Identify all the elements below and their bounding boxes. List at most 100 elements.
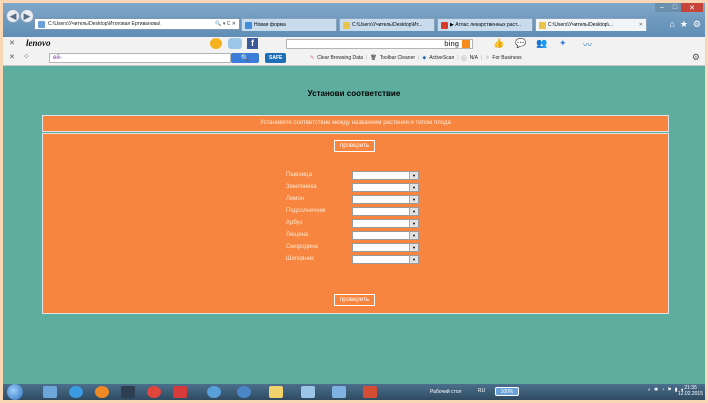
like-icon[interactable]: 👍: [493, 38, 504, 49]
bing-search-icon[interactable]: [462, 40, 470, 48]
chevron-down-icon[interactable]: ▼: [409, 184, 418, 191]
back-icon[interactable]: ◀: [6, 9, 20, 23]
match-row: Лещина ▼: [286, 231, 426, 241]
zoom-badge[interactable]: 100%: [495, 387, 519, 396]
tab-label: Новая форма: [254, 22, 286, 28]
bing-search-input[interactable]: bing: [286, 39, 473, 49]
safe-badge[interactable]: SAFE: [265, 53, 287, 63]
player-app-icon[interactable]: [237, 386, 251, 398]
arrow-app-icon[interactable]: [121, 386, 135, 398]
media-app-icon[interactable]: [95, 386, 109, 398]
search-toolbar: ✕ ⁘ ей- 🔍 SAFE ✎ Clear Browsing Data | 🗑…: [3, 51, 705, 66]
fruit-type-select[interactable]: ▼: [352, 171, 419, 180]
match-row: Шиповник ▼: [286, 255, 426, 265]
brush-icon: ✎: [310, 55, 315, 61]
chevron-down-icon[interactable]: ▼: [409, 220, 418, 227]
link-toolbar-cleaner[interactable]: Toolbar Cleaner: [380, 55, 415, 61]
toolbar-search-button[interactable]: 🔍: [231, 53, 259, 63]
tray-icon[interactable]: ◐: [648, 387, 651, 393]
tab-close-icon[interactable]: ✕: [639, 22, 643, 28]
match-row: Пшеница ▼: [286, 171, 426, 181]
fruit-type-select[interactable]: ▼: [352, 195, 419, 204]
doc-app-icon[interactable]: [332, 386, 346, 398]
ie-app-icon[interactable]: [69, 386, 83, 398]
browser-tab-bar: ◀ ▶ C:\Users\Учитель\Desktop\Итоговая Ер…: [3, 3, 705, 37]
desktop-toolbar-label[interactable]: Рабочий стол: [430, 389, 461, 395]
page-icon: [38, 20, 45, 28]
mail-icon[interactable]: [228, 38, 242, 49]
check-button-bottom[interactable]: проверить: [334, 294, 375, 306]
tab-favicon-icon: [441, 21, 448, 29]
tab-2[interactable]: C:\Users\Учитель\Desktop\Ит...: [339, 18, 435, 31]
close-toolbar-icon[interactable]: ✕: [9, 39, 15, 47]
fruit-type-select[interactable]: ▼: [352, 219, 419, 228]
window-app-icon[interactable]: [301, 386, 315, 398]
minimize-icon[interactable]: –: [655, 3, 669, 12]
fruit-type-select[interactable]: ▼: [352, 207, 419, 216]
chevron-down-icon[interactable]: ▼: [409, 172, 418, 179]
toolbar-search-input[interactable]: ей-: [49, 53, 231, 63]
tray-icon[interactable]: ✱: [654, 387, 658, 393]
divider: |: [418, 55, 420, 61]
chrome-app-icon[interactable]: [147, 386, 161, 398]
fruit-type-select[interactable]: ▼: [352, 183, 419, 192]
tab-favicon-icon: [539, 21, 546, 29]
tab-4-active[interactable]: C:\Users\Учитель\Desktop\... ✕: [535, 18, 647, 31]
tray-icon[interactable]: ⚑: [667, 387, 671, 393]
link-na[interactable]: N/A: [470, 55, 478, 61]
close-window-icon[interactable]: ✕: [681, 3, 703, 12]
graph-icon[interactable]: 〰: [583, 38, 592, 51]
check-button-top[interactable]: проверить: [334, 140, 375, 152]
yandex-app-icon[interactable]: [173, 386, 187, 398]
weather-icon[interactable]: [210, 38, 222, 49]
facebook-icon[interactable]: f: [247, 38, 258, 49]
fruit-type-select[interactable]: ▼: [352, 255, 419, 264]
chevron-down-icon[interactable]: ▼: [409, 196, 418, 203]
tab-favicon-icon: [343, 21, 350, 29]
clock-date: 12.02.2015: [677, 391, 703, 397]
address-controls[interactable]: 🔍 ▾ C ✕: [215, 21, 236, 27]
match-row: Земляника ▼: [286, 183, 426, 193]
chevron-down-icon[interactable]: ▼: [409, 208, 418, 215]
tab-1[interactable]: Новая форма: [241, 18, 337, 31]
favorites-star-icon[interactable]: ★: [680, 19, 688, 30]
chevron-down-icon[interactable]: ▼: [409, 232, 418, 239]
plant-label: Шиповник: [286, 256, 314, 262]
close-toolbar-icon[interactable]: ✕: [9, 53, 15, 61]
fruit-type-select[interactable]: ▼: [352, 243, 419, 252]
browser-top-icons: ⌂ ★ ⚙: [669, 19, 701, 30]
maximize-icon[interactable]: □: [669, 3, 681, 12]
tray-icon[interactable]: ◔: [661, 387, 664, 393]
link-for-business[interactable]: For Business: [492, 55, 521, 61]
home-icon[interactable]: ⌂: [669, 19, 674, 30]
people-icon[interactable]: 👥: [536, 38, 547, 49]
page-title: Установи соответствие: [307, 89, 401, 98]
divider: |: [480, 55, 483, 61]
settings-gear-icon[interactable]: ⚙: [693, 19, 701, 30]
plant-label: Земляника: [286, 184, 317, 190]
chevron-down-icon[interactable]: ▼: [409, 244, 418, 251]
link-activescan[interactable]: ActiveScan: [429, 55, 454, 61]
tab-3[interactable]: ▶ Атлас лекарственных раст...: [437, 18, 533, 31]
forward-icon[interactable]: ▶: [20, 9, 34, 23]
ppt-app-icon[interactable]: [363, 386, 377, 398]
chart-app-icon[interactable]: [207, 386, 221, 398]
start-button-icon[interactable]: [7, 384, 23, 400]
link-clear-browsing[interactable]: Clear Browsing Data: [317, 55, 363, 61]
bing-logo: bing: [444, 40, 459, 48]
language-indicator[interactable]: RU: [478, 388, 485, 394]
clock[interactable]: 21:35 12.02.2015: [678, 385, 703, 397]
explorer-app-icon[interactable]: [43, 386, 57, 398]
chevron-down-icon[interactable]: ▼: [409, 256, 418, 263]
folder-app-icon[interactable]: [269, 386, 283, 398]
trash-icon: 🗑: [370, 55, 377, 61]
match-row: Лимон ▼: [286, 195, 426, 205]
chat-icon[interactable]: 💬: [515, 38, 526, 49]
taskbar: Рабочий стол RU 100% ◐ ✱ ◔ ⚑ ▮ ◂ 21:35 1…: [3, 384, 705, 400]
fruit-type-select[interactable]: ▼: [352, 231, 419, 240]
toolbar-gear-icon[interactable]: ⚙: [692, 52, 700, 63]
plant-label: Арбуз: [286, 220, 303, 226]
address-bar[interactable]: C:\Users\Учитель\Desktop\Итоговая Ертива…: [34, 18, 240, 30]
share-icon[interactable]: ✦: [559, 38, 567, 49]
address-text: C:\Users\Учитель\Desktop\Итоговая Ертива…: [48, 21, 161, 27]
